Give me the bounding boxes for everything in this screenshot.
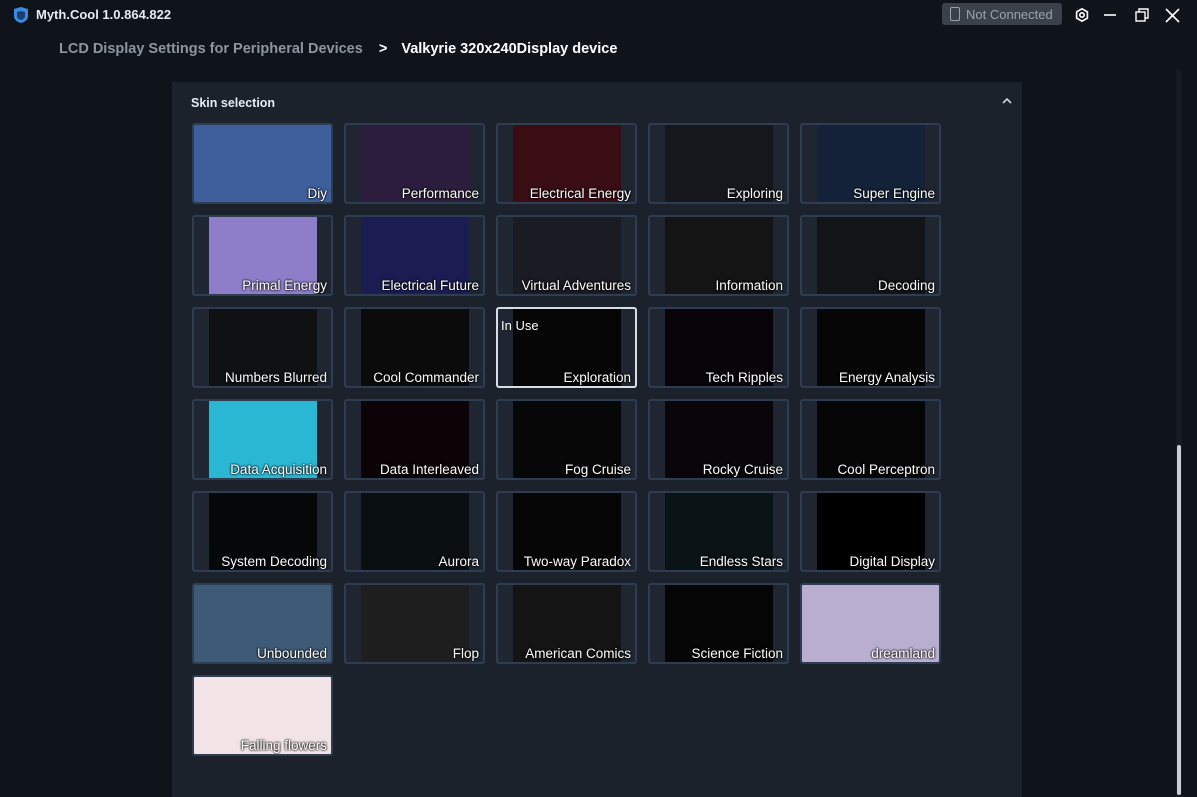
gear-icon: [1075, 8, 1089, 22]
skin-tile[interactable]: Exploring: [648, 123, 789, 204]
skin-label: Two-way Paradox: [523, 554, 631, 569]
skin-tile[interactable]: System Decoding: [192, 491, 333, 572]
skin-label: Rocky Cruise: [702, 462, 783, 477]
skin-tile[interactable]: Rocky Cruise: [648, 399, 789, 480]
skin-label: Diy: [307, 186, 328, 201]
close-button[interactable]: [1161, 4, 1183, 26]
skin-tile[interactable]: Tech Ripples: [648, 307, 789, 388]
skin-tile[interactable]: American Comics: [496, 583, 637, 664]
breadcrumb-current: Valkyrie 320x240Display device: [401, 41, 618, 57]
skin-tile[interactable]: Information: [648, 215, 789, 296]
skin-tile[interactable]: Performance: [344, 123, 485, 204]
skin-label: dreamland: [871, 646, 935, 661]
skin-tile[interactable]: Science Fiction: [648, 583, 789, 664]
in-use-badge: In Use: [501, 318, 539, 333]
skin-tile[interactable]: Super Engine: [800, 123, 941, 204]
skin-tile[interactable]: Virtual Adventures: [496, 215, 637, 296]
skin-label: Aurora: [438, 554, 479, 569]
skin-label: Virtual Adventures: [521, 278, 631, 293]
skin-tile[interactable]: Aurora: [344, 491, 485, 572]
skin-label: Cool Commander: [373, 370, 479, 385]
skin-label: Performance: [401, 186, 479, 201]
skin-label: Electrical Energy: [529, 186, 631, 201]
skin-tile[interactable]: Primal Energy: [192, 215, 333, 296]
skin-tile[interactable]: Two-way Paradox: [496, 491, 637, 572]
skin-tile[interactable]: Endless Stars: [648, 491, 789, 572]
app-title: Myth.Cool 1.0.864.822: [36, 7, 172, 22]
skin-label: Fog Cruise: [564, 462, 631, 477]
skin-label: Electrical Future: [381, 278, 479, 293]
skin-label: Super Engine: [853, 186, 935, 201]
skin-tile[interactable]: In Use Exploration: [496, 307, 637, 388]
panel-title: Skin selection: [191, 96, 276, 110]
skin-tile[interactable]: Diy: [192, 123, 333, 204]
breadcrumb-parent-link[interactable]: LCD Display Settings for Peripheral Devi…: [59, 41, 363, 57]
skin-label: Endless Stars: [699, 554, 783, 569]
skin-label: Energy Analysis: [838, 370, 935, 385]
settings-button[interactable]: [1071, 4, 1093, 26]
skin-label: Flop: [452, 646, 479, 661]
breadcrumb: LCD Display Settings for Peripheral Devi…: [59, 41, 617, 57]
skin-tile[interactable]: Electrical Energy: [496, 123, 637, 204]
skin-tile[interactable]: Digital Display: [800, 491, 941, 572]
skin-tile[interactable]: Data Interleaved: [344, 399, 485, 480]
skin-tile[interactable]: Numbers Blurred: [192, 307, 333, 388]
skin-label: Data Acquisition: [230, 462, 327, 477]
skin-label: Tech Ripples: [705, 370, 783, 385]
skin-label: Information: [715, 278, 783, 293]
close-icon: [1164, 7, 1180, 23]
connection-status-button[interactable]: Not Connected: [942, 3, 1062, 25]
device-icon: [950, 7, 960, 21]
skin-tile[interactable]: Falling flowers: [192, 675, 333, 756]
skin-label: Data Interleaved: [379, 462, 479, 477]
chevron-up-icon[interactable]: [1000, 94, 1014, 108]
skin-tile[interactable]: Flop: [344, 583, 485, 664]
scrollbar-thumb[interactable]: [1177, 445, 1181, 795]
restore-icon: [1135, 8, 1149, 22]
skin-label: Exploration: [563, 370, 631, 385]
skin-label: Decoding: [877, 278, 935, 293]
skin-label: Primal Energy: [242, 278, 327, 293]
skin-tile[interactable]: Cool Commander: [344, 307, 485, 388]
skin-label: Unbounded: [257, 646, 327, 661]
skin-label: Numbers Blurred: [224, 370, 327, 385]
skin-label: Digital Display: [849, 554, 935, 569]
minimize-icon: [1104, 14, 1116, 16]
skin-tile[interactable]: Data Acquisition: [192, 399, 333, 480]
skin-tile[interactable]: Decoding: [800, 215, 941, 296]
skin-selection-panel: Skin selection Diy Performance Electrical …: [172, 82, 1022, 797]
connection-status-text: Not Connected: [966, 6, 1053, 22]
restore-button[interactable]: [1131, 4, 1153, 26]
skin-label: Science Fiction: [691, 646, 783, 661]
skin-tile[interactable]: Cool Perceptron: [800, 399, 941, 480]
app-logo-icon: [14, 7, 28, 23]
skin-tile[interactable]: Energy Analysis: [800, 307, 941, 388]
skin-label: American Comics: [525, 646, 631, 661]
breadcrumb-separator: >: [378, 41, 388, 57]
skin-tile[interactable]: Unbounded: [192, 583, 333, 664]
skin-tile[interactable]: dreamland: [800, 583, 941, 664]
title-bar: Myth.Cool 1.0.864.822 Not Connected: [0, 0, 1197, 30]
skin-tile[interactable]: Fog Cruise: [496, 399, 637, 480]
skin-label: Exploring: [726, 186, 783, 201]
skin-label: System Decoding: [221, 554, 327, 569]
minimize-button[interactable]: [1099, 4, 1121, 26]
skin-label: Falling flowers: [240, 738, 327, 753]
skin-tile[interactable]: Electrical Future: [344, 215, 485, 296]
skin-label: Cool Perceptron: [837, 462, 935, 477]
